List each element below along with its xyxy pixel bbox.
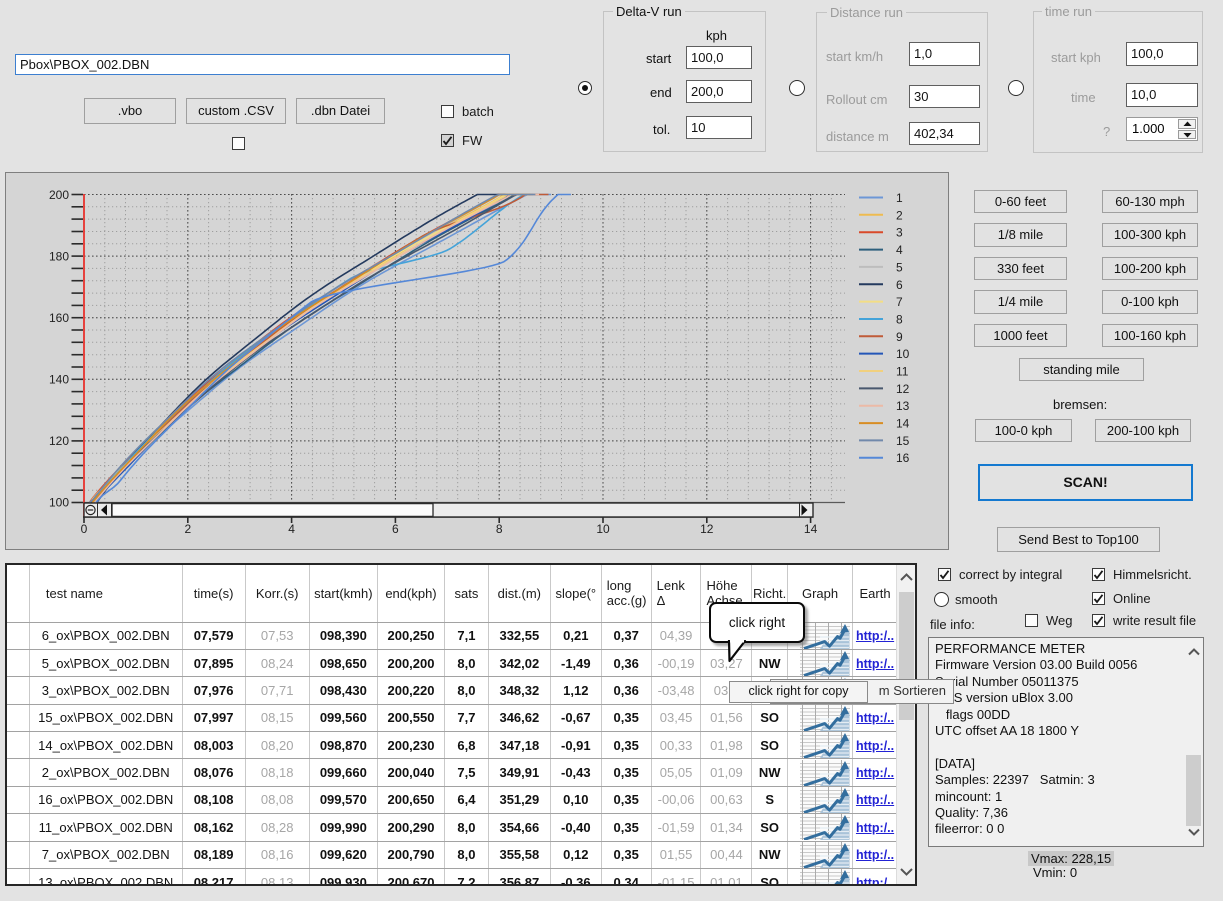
svg-text:12: 12 — [700, 522, 714, 536]
svg-text:1: 1 — [896, 191, 903, 205]
svg-text:160: 160 — [49, 311, 69, 325]
svg-text:13: 13 — [896, 399, 910, 413]
svg-text:15: 15 — [896, 434, 910, 448]
svg-text:7: 7 — [896, 295, 903, 309]
svg-text:140: 140 — [49, 372, 69, 386]
svg-text:0: 0 — [81, 522, 88, 536]
svg-text:6: 6 — [392, 522, 399, 536]
svg-text:4: 4 — [896, 243, 903, 257]
svg-text:4: 4 — [288, 522, 295, 536]
svg-text:14: 14 — [896, 417, 910, 431]
svg-text:120: 120 — [49, 434, 69, 448]
svg-text:12: 12 — [896, 382, 910, 396]
svg-text:10: 10 — [896, 347, 910, 361]
svg-text:180: 180 — [49, 249, 69, 263]
svg-text:8: 8 — [496, 522, 503, 536]
svg-text:11: 11 — [896, 365, 909, 379]
svg-text:2: 2 — [184, 522, 191, 536]
svg-text:2: 2 — [896, 208, 903, 222]
svg-text:8: 8 — [896, 313, 903, 327]
svg-text:10: 10 — [596, 522, 610, 536]
svg-text:9: 9 — [896, 330, 903, 344]
svg-text:16: 16 — [896, 451, 910, 465]
svg-text:200: 200 — [49, 188, 69, 202]
svg-text:14: 14 — [804, 522, 818, 536]
svg-text:3: 3 — [896, 226, 903, 240]
svg-text:100: 100 — [49, 496, 69, 510]
svg-text:6: 6 — [896, 278, 903, 292]
svg-text:5: 5 — [896, 260, 903, 274]
